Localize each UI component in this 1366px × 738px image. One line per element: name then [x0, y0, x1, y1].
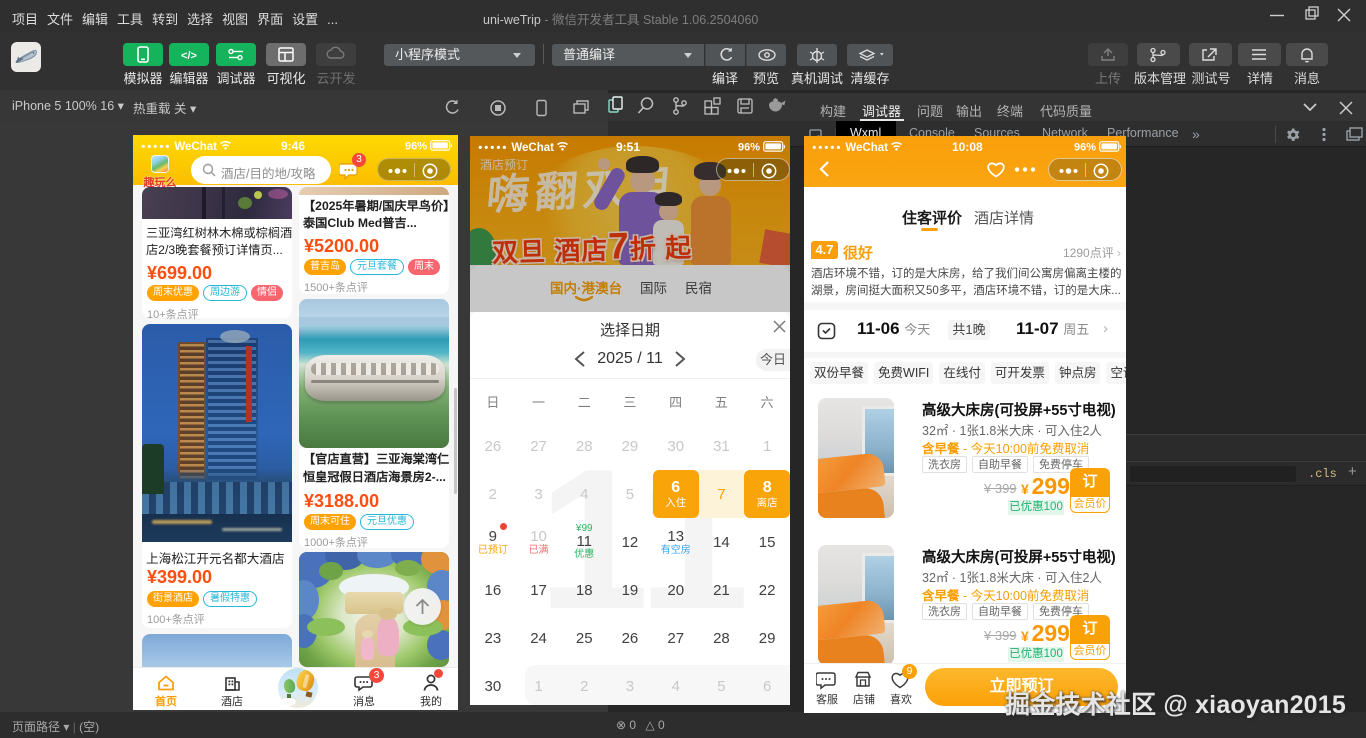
svg-text:</>: </> — [181, 50, 197, 62]
